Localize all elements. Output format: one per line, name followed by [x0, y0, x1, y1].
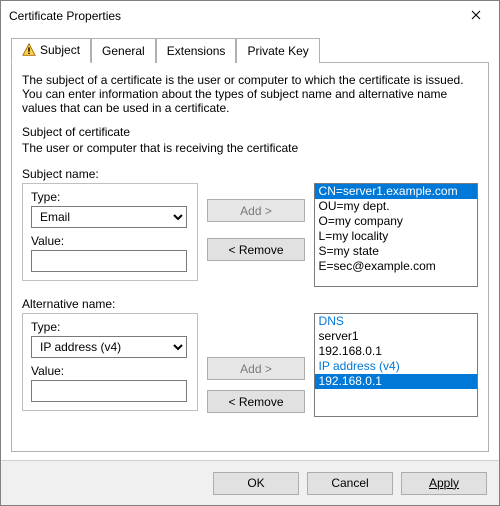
list-group-header: DNS — [315, 314, 477, 329]
tab-label: Extensions — [167, 44, 226, 58]
alternative-name-group: Type: IP address (v4) Value: — [22, 313, 198, 411]
list-item[interactable]: OU=my dept. — [315, 199, 477, 214]
titlebar: Certificate Properties — [1, 1, 499, 31]
altname-value-label: Value: — [31, 364, 189, 378]
list-item[interactable]: S=my state — [315, 244, 477, 259]
dialog-button-bar: OK Cancel Apply — [1, 460, 499, 505]
subject-description: The subject of a certificate is the user… — [22, 73, 478, 115]
subject-name-row: Type: Email Value: Add > < Remove CN=ser… — [22, 183, 478, 287]
subject-name-group: Type: Email Value: — [22, 183, 198, 281]
subject-name-list[interactable]: CN=server1.example.comOU=my dept.O=my co… — [314, 183, 478, 287]
subject-name-label: Subject name: — [22, 167, 478, 181]
tab-label: Subject — [40, 43, 80, 57]
list-item[interactable]: E=sec@example.com — [315, 259, 477, 274]
subject-value-input[interactable] — [31, 250, 187, 272]
altname-type-label: Type: — [31, 320, 189, 334]
altname-type-select[interactable]: IP address (v4) — [31, 336, 187, 358]
subject-of-certificate-subdesc: The user or computer that is receiving t… — [22, 141, 478, 155]
tab-panel-subject: The subject of a certificate is the user… — [11, 62, 489, 452]
subject-add-button[interactable]: Add > — [207, 199, 305, 222]
tab-strip: Subject General Extensions Private Key — [1, 31, 499, 62]
subject-remove-button[interactable]: < Remove — [207, 238, 305, 261]
tab-label: General — [102, 44, 145, 58]
list-item[interactable]: L=my locality — [315, 229, 477, 244]
subject-buttons-col: Add > < Remove — [206, 183, 305, 267]
alternative-name-label: Alternative name: — [22, 297, 478, 311]
subject-type-select[interactable]: Email — [31, 206, 187, 228]
tab-extensions[interactable]: Extensions — [156, 38, 237, 63]
subject-of-certificate-heading: Subject of certificate — [22, 125, 478, 139]
list-item[interactable]: O=my company — [315, 214, 477, 229]
altname-buttons-col: Add > < Remove — [206, 313, 305, 419]
tab-private-key[interactable]: Private Key — [236, 38, 319, 63]
tab-general[interactable]: General — [91, 38, 156, 63]
apply-button[interactable]: Apply — [401, 472, 487, 495]
altname-value-input[interactable] — [31, 380, 187, 402]
list-item[interactable]: server1 — [315, 329, 477, 344]
close-button[interactable] — [453, 1, 499, 31]
alternative-name-row: Type: IP address (v4) Value: Add > < Rem… — [22, 313, 478, 419]
list-group-header: IP address (v4) — [315, 359, 477, 374]
list-item[interactable]: CN=server1.example.com — [315, 184, 477, 199]
tab-label: Private Key — [247, 44, 308, 58]
warning-icon — [22, 43, 36, 57]
window-title: Certificate Properties — [9, 9, 121, 23]
list-item[interactable]: 192.168.0.1 — [315, 344, 477, 359]
cancel-button[interactable]: Cancel — [307, 472, 393, 495]
tab-subject[interactable]: Subject — [11, 38, 91, 63]
list-item[interactable]: 192.168.0.1 — [315, 374, 477, 389]
altname-remove-button[interactable]: < Remove — [207, 390, 305, 413]
subject-type-label: Type: — [31, 190, 189, 204]
ok-button[interactable]: OK — [213, 472, 299, 495]
subject-value-label: Value: — [31, 234, 189, 248]
altname-add-button[interactable]: Add > — [207, 357, 305, 380]
certificate-properties-window: Certificate Properties Subject General E… — [0, 0, 500, 506]
alternative-name-list[interactable]: DNSserver1192.168.0.1IP address (v4)192.… — [314, 313, 478, 417]
close-icon — [471, 9, 481, 23]
